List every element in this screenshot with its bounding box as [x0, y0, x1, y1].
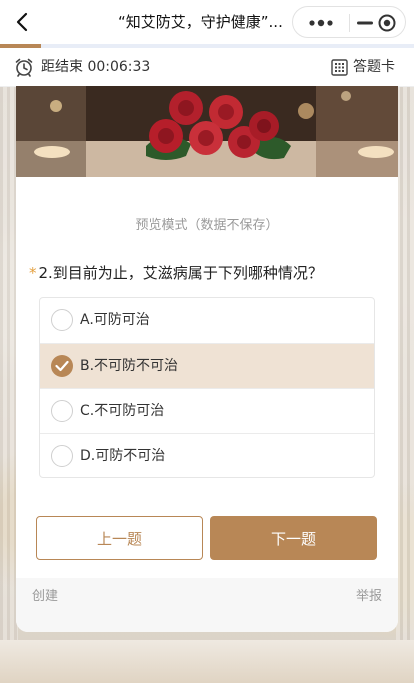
checkmark-icon [55, 360, 69, 372]
grid-icon[interactable] [331, 59, 348, 76]
timer-bar: 距结束 00:06:33 答题卡 [0, 48, 414, 87]
roses-banner-image [16, 86, 398, 177]
close-program-button[interactable] [377, 13, 397, 33]
previous-question-button[interactable]: 上一题 [36, 516, 203, 560]
top-navigation-bar: “知艾防艾，守护健康”... [0, 0, 414, 44]
minimize-button[interactable] [355, 15, 375, 31]
option-label: D.可防不可治 [80, 448, 166, 464]
capsule-divider [349, 14, 350, 32]
report-link[interactable]: 举报 [356, 578, 382, 616]
option-label: A.可防可治 [80, 312, 150, 328]
create-link[interactable]: 创建 [32, 578, 58, 616]
option-label: B.不可防不可治 [80, 358, 179, 374]
page-title: “知艾防艾，守护健康”... [118, 13, 283, 31]
background-decoration-bottom [0, 640, 414, 683]
card-footer: 创建 举报 [16, 578, 398, 632]
radio-unchecked-icon[interactable] [51, 309, 73, 331]
roses-illustration [16, 86, 398, 177]
preview-mode-note: 预览模式（数据不保存） [135, 218, 279, 233]
answer-card-button[interactable]: 答题卡 [353, 48, 395, 86]
alarm-clock-icon [15, 58, 33, 77]
radio-unchecked-icon[interactable] [51, 445, 73, 467]
question-title: * 2.到目前为止，艾滋病属于下列哪种情况？ [29, 262, 389, 283]
target-close-icon [378, 14, 396, 32]
mini-program-capsule [292, 6, 406, 38]
countdown-timer: 距结束 00:06:33 [41, 59, 151, 75]
back-button[interactable] [8, 8, 36, 36]
more-menu-button[interactable] [301, 15, 341, 31]
background-decoration-right [396, 60, 414, 683]
option-b[interactable]: B.不可防不可治 [40, 343, 374, 388]
radio-checked-icon[interactable] [51, 355, 73, 377]
minimize-icon [357, 21, 373, 25]
option-a[interactable]: A.可防可治 [40, 298, 374, 343]
question-text: 2.到目前为止，艾滋病属于下列哪种情况？ [38, 264, 323, 282]
option-d[interactable]: D.可防不可治 [40, 433, 374, 477]
chevron-left-icon [16, 12, 28, 32]
required-mark: * [29, 264, 37, 282]
next-question-button[interactable]: 下一题 [210, 516, 377, 560]
option-c[interactable]: C.不可防可治 [40, 388, 374, 433]
survey-card: 预览模式（数据不保存） * 2.到目前为止，艾滋病属于下列哪种情况？ A.可防可治… [16, 86, 398, 632]
option-label: C.不可防可治 [80, 403, 165, 419]
radio-unchecked-icon[interactable] [51, 400, 73, 422]
option-list: A.可防可治 B.不可防不可治 C.不可防可治 D.可防不可治 [39, 297, 375, 478]
more-dots-icon [309, 19, 333, 27]
